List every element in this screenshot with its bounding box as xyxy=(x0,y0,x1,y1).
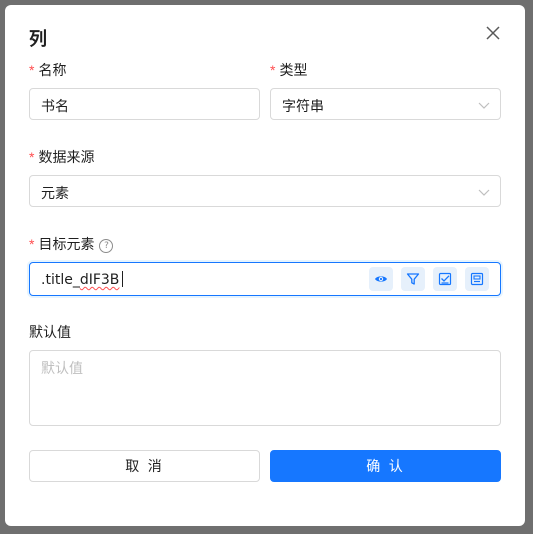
required-mark: * xyxy=(29,62,35,78)
column-dialog: 列 * 名称 书名 * 类型 字符串 * 数据来源 元素 * 目标元素? .title_… xyxy=(5,5,525,526)
type-label: * 类型 xyxy=(270,62,308,79)
target-label: * 目标元素? xyxy=(29,234,114,254)
element-picker-icon[interactable] xyxy=(465,267,489,291)
required-mark: * xyxy=(29,149,35,165)
default-value-textarea[interactable]: 默认值 xyxy=(29,350,501,426)
help-icon[interactable]: ? xyxy=(99,239,114,253)
name-label: * 名称 xyxy=(29,62,67,79)
target-element-input[interactable]: .title_dIF3B xyxy=(29,262,501,296)
source-label: * 数据来源 xyxy=(29,149,95,166)
confirm-button[interactable]: 确 认 xyxy=(270,450,501,482)
required-mark: * xyxy=(29,236,35,252)
name-input[interactable]: 书名 xyxy=(29,88,260,120)
close-icon[interactable] xyxy=(485,25,501,41)
chevron-down-icon xyxy=(478,189,490,196)
cancel-button[interactable]: 取 消 xyxy=(29,450,260,482)
dialog-title: 列 xyxy=(29,29,47,50)
text-caret xyxy=(122,271,124,287)
filter-icon[interactable] xyxy=(401,267,425,291)
chevron-down-icon xyxy=(478,102,490,109)
default-label: 默认值 xyxy=(29,325,71,341)
type-select[interactable]: 字符串 xyxy=(270,88,501,120)
select-check-icon[interactable] xyxy=(433,267,457,291)
eye-icon[interactable] xyxy=(369,267,393,291)
default-value-placeholder: 默认值 xyxy=(41,361,83,377)
source-select[interactable]: 元素 xyxy=(29,175,501,207)
required-mark: * xyxy=(270,62,276,78)
